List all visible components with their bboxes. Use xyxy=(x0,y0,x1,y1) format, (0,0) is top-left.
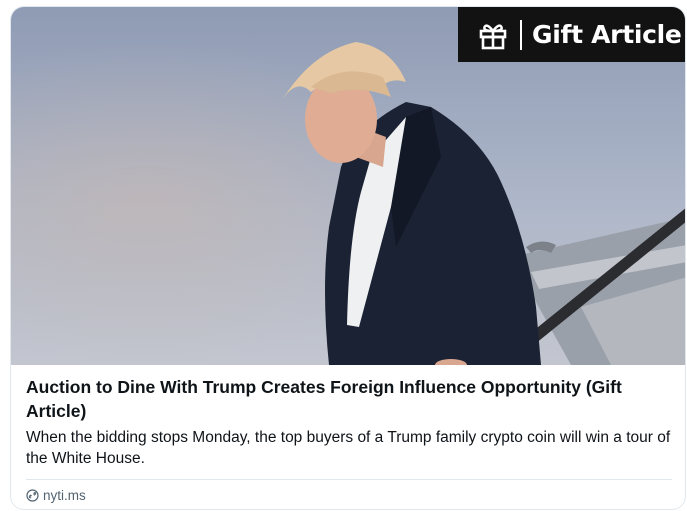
gift-icon xyxy=(478,20,508,50)
source-domain[interactable]: nyti.ms xyxy=(43,488,86,503)
source-link[interactable]: nyti.ms xyxy=(26,488,86,503)
article-description: When the bidding stops Monday, the top b… xyxy=(26,429,671,467)
link-icon xyxy=(26,489,39,502)
link-preview-card[interactable]: Gift Article Auction to Dine With Trump … xyxy=(10,6,686,510)
badge-divider xyxy=(520,19,522,50)
article-image[interactable]: Gift Article xyxy=(11,7,685,365)
card-text[interactable]: Auction to Dine With Trump Creates Forei… xyxy=(26,375,676,469)
article-title[interactable]: Auction to Dine With Trump Creates Forei… xyxy=(26,375,676,423)
gift-article-badge: Gift Article xyxy=(458,7,685,62)
gift-article-label: Gift Article xyxy=(532,20,682,49)
card-divider xyxy=(26,479,672,480)
